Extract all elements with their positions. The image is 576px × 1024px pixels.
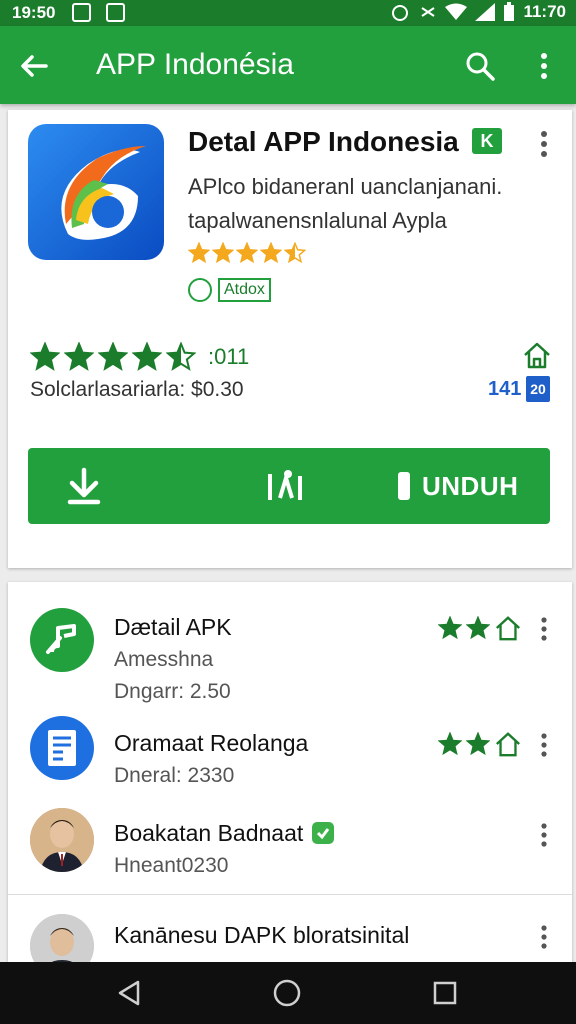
nav-back-icon[interactable] xyxy=(114,978,144,1008)
tag-label: Atdox xyxy=(218,278,271,302)
list-item[interactable]: Dætail APK Amesshna Dngarr: 2.50 xyxy=(8,602,572,703)
app-bar-title: APP Indonésia xyxy=(96,48,294,81)
list-item-title: Boakatan Badnaat xyxy=(114,820,304,846)
list-item-menu-icon[interactable] xyxy=(536,822,552,848)
size-badge: 20 xyxy=(526,376,550,402)
star-icon xyxy=(466,616,490,640)
list-item-title: Dætail APK xyxy=(114,614,232,640)
status-time: 19:50 xyxy=(12,3,56,22)
app-description-line-2: tapalwanensnlalunal Aypla xyxy=(188,208,447,233)
app-description-line-1: APlco bidaneranl uanclanjanani. xyxy=(188,174,503,199)
download-icon[interactable] xyxy=(64,466,104,506)
app-detail-title: Detal APP Indonesia xyxy=(188,126,459,157)
star-icon xyxy=(188,242,210,264)
alarm-icon xyxy=(392,5,409,21)
music-note-icon xyxy=(30,608,94,672)
wifi-icon xyxy=(445,3,468,20)
card-menu-icon[interactable] xyxy=(534,130,554,158)
list-item[interactable]: Boakatan Badnaat Hneant0230 xyxy=(8,808,572,888)
status-bar: 19:50 11:70 xyxy=(0,0,576,26)
star-icon xyxy=(236,242,258,264)
home-icon[interactable] xyxy=(494,614,522,642)
rating-row: :011 xyxy=(30,342,249,372)
search-icon[interactable] xyxy=(464,50,496,82)
star-icon xyxy=(132,342,162,371)
list-item-stars xyxy=(438,730,522,758)
small-rating-stars xyxy=(188,242,306,264)
system-nav-bar xyxy=(0,962,576,1024)
rating-count: :011 xyxy=(208,344,250,369)
action-bar: UNDUH xyxy=(28,448,550,524)
overflow-menu-icon[interactable] xyxy=(530,50,558,82)
back-arrow-icon[interactable] xyxy=(18,50,50,82)
star-icon xyxy=(438,616,462,640)
list-item-menu-icon[interactable] xyxy=(536,924,552,950)
share-icon[interactable] xyxy=(266,468,306,504)
list-divider xyxy=(8,894,572,895)
signal-icon xyxy=(475,3,496,21)
verified-check-icon xyxy=(312,822,334,844)
person-avatar xyxy=(30,808,94,872)
star-icon xyxy=(260,242,282,264)
mail-icon xyxy=(106,3,125,22)
vibrate-icon xyxy=(421,7,436,17)
verified-badge: K xyxy=(472,128,502,154)
notification-icon xyxy=(72,3,91,22)
list-item[interactable]: Oramaat Reolanga Dneral: 2330 xyxy=(8,716,572,796)
nav-recents-icon[interactable] xyxy=(430,978,460,1008)
app-bar: APP Indonésia xyxy=(0,26,576,104)
download-button-label: UNDUH xyxy=(422,470,519,501)
star-icon xyxy=(98,342,128,371)
list-item-menu-icon[interactable] xyxy=(536,616,552,642)
leaf-icon xyxy=(188,278,212,302)
star-icon xyxy=(212,242,234,264)
document-icon xyxy=(30,716,94,780)
size-label: Solclarlasariarla: $0.30 xyxy=(30,378,244,401)
list-item-title: Kanānesu DAPK bloratsinital xyxy=(114,922,410,948)
list-item-meta: Hneant0230 xyxy=(114,854,229,877)
home-icon[interactable] xyxy=(494,730,522,758)
list-item-subtitle: Amesshna xyxy=(114,648,214,671)
nav-home-icon[interactable] xyxy=(272,978,302,1008)
star-icon xyxy=(30,342,60,371)
star-icon xyxy=(466,732,490,756)
app-detail-card: Detal APP Indonesia K APlco bidaneranl u… xyxy=(8,110,572,568)
phone-icon xyxy=(398,472,410,500)
list-item-meta: Dneral: 2330 xyxy=(114,764,235,787)
app-logo-icon xyxy=(28,124,164,260)
status-clock: 11:70 xyxy=(523,2,566,21)
star-icon xyxy=(438,732,462,756)
list-item-menu-icon[interactable] xyxy=(536,732,552,758)
home-icon[interactable] xyxy=(522,340,552,370)
size-count: 141 xyxy=(488,378,522,400)
star-icon xyxy=(166,342,196,371)
related-apps-list: Dætail APK Amesshna Dngarr: 2.50 Oramaat… xyxy=(8,582,572,982)
category-tag[interactable]: Atdox xyxy=(188,278,271,302)
star-icon xyxy=(284,242,306,264)
star-icon xyxy=(64,342,94,371)
download-button[interactable]: UNDUH xyxy=(398,448,550,524)
list-item-title: Oramaat Reolanga xyxy=(114,730,309,756)
list-item-meta: Dngarr: 2.50 xyxy=(114,680,231,703)
big-rating-stars xyxy=(30,342,196,372)
list-item-stars xyxy=(438,614,522,642)
battery-icon xyxy=(504,2,515,21)
